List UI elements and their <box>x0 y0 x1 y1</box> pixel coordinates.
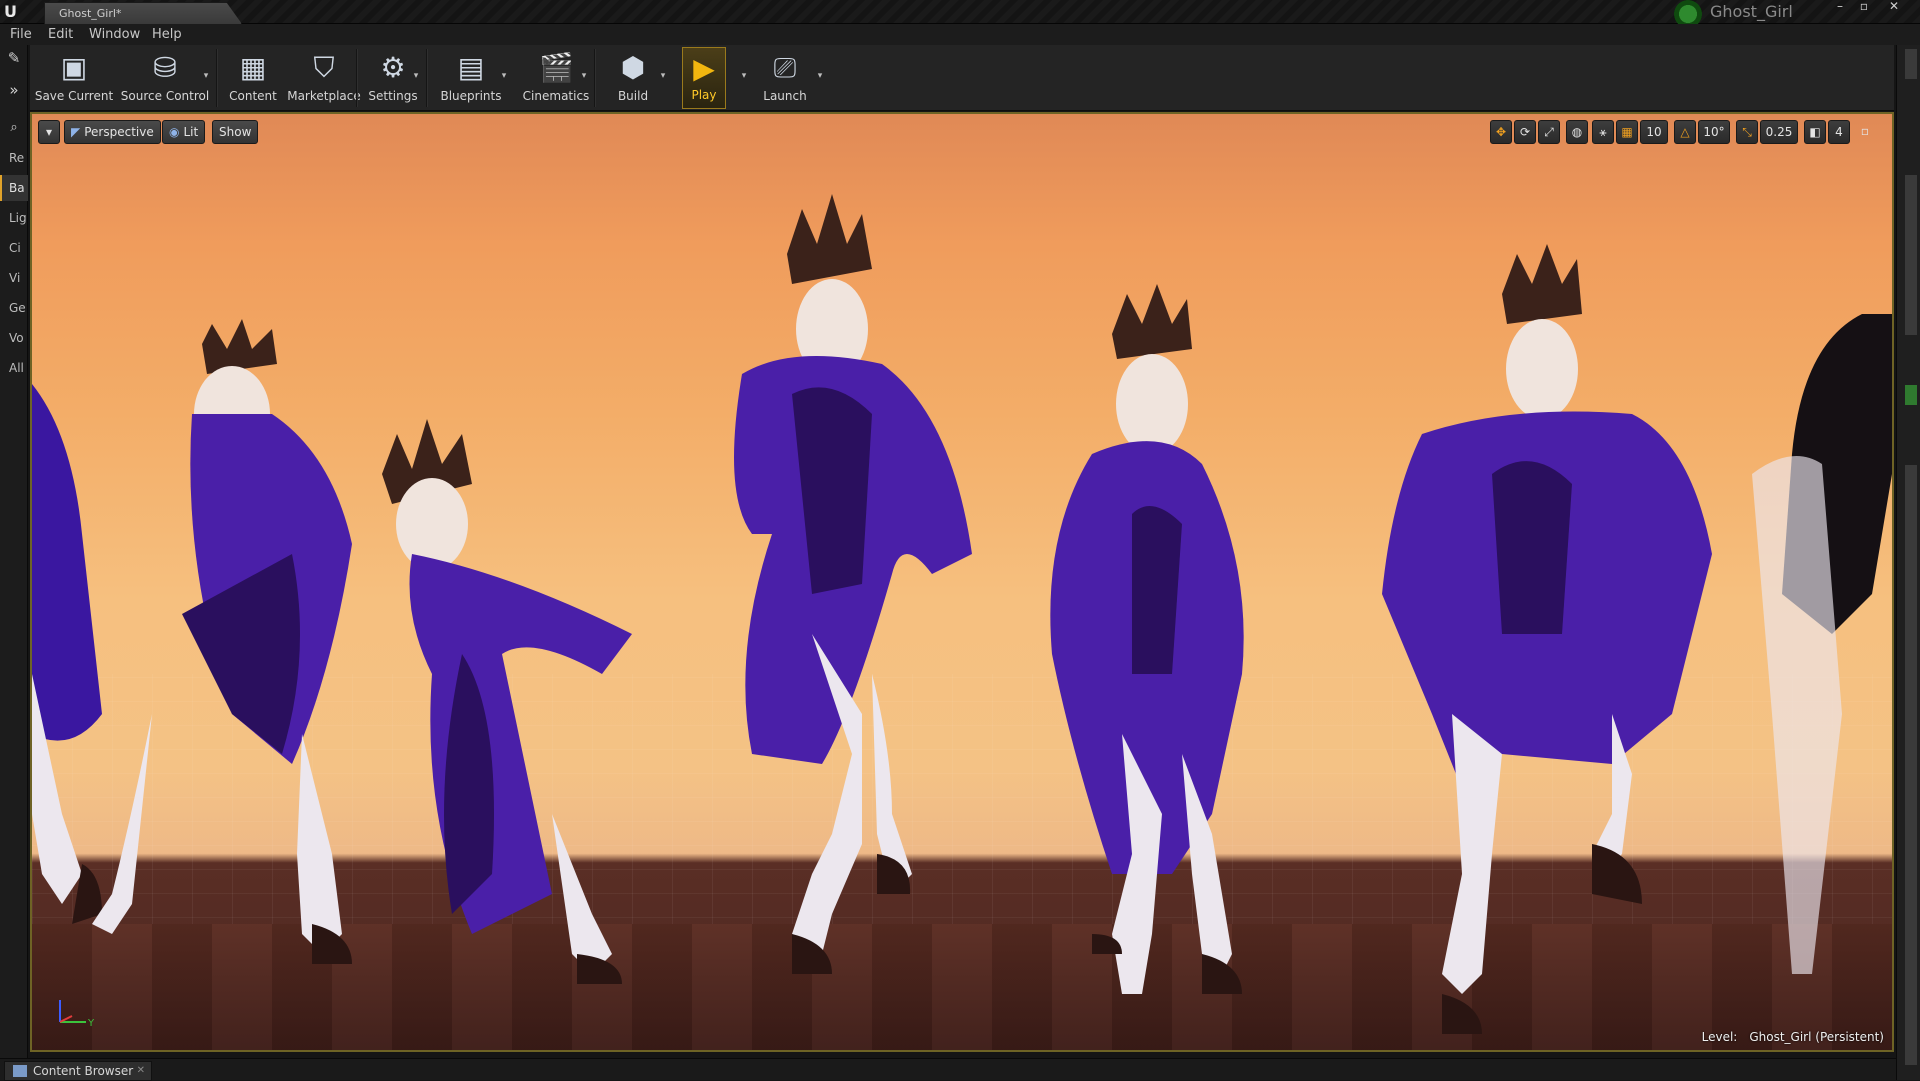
minimize-button[interactable]: – <box>1828 0 1852 14</box>
toolbar-separator <box>594 49 596 107</box>
perspective-icon: ◤ <box>71 125 81 139</box>
rail-tab-visual-effects[interactable]: Vi <box>0 265 28 291</box>
marketplace-button[interactable]: ⛉ Marketplace <box>284 47 364 109</box>
build-icon: ⬢ <box>620 51 646 84</box>
maximize-viewport-icon[interactable]: ▫ <box>1856 120 1874 144</box>
rail-tab-all-classes[interactable]: All <box>0 355 28 381</box>
axis-y-label: Y <box>87 1018 95 1029</box>
menu-bar: File Edit Window Help <box>0 24 1920 45</box>
ghost-girl-character[interactable] <box>382 419 632 984</box>
axis-gizmo: Y <box>59 1000 95 1029</box>
camera-speed-value[interactable]: 4 <box>1828 120 1850 144</box>
content-icon: ▦ <box>239 51 267 84</box>
level-viewport[interactable]: ▾ ◤ Perspective ◉ Lit Show ✥ ⟳ ⤢ ◍ ⚹ ▦ 10 … <box>30 112 1894 1052</box>
details-panel-rail <box>1896 45 1920 1080</box>
toolbar-separator <box>216 49 218 107</box>
level-document-tab[interactable]: Ghost_Girl* <box>44 2 242 24</box>
play-icon: ▶ <box>693 52 715 85</box>
settings-icon: ⚙ <box>380 51 406 84</box>
close-button[interactable]: ✕ <box>1882 0 1906 14</box>
scale-snap-icon[interactable]: ⤡ <box>1736 120 1758 144</box>
ghost-girl-character[interactable] <box>1382 244 1712 1034</box>
world-space-icon[interactable]: ◍ <box>1566 120 1588 144</box>
lit-button[interactable]: ◉ Lit <box>162 120 206 144</box>
source-control-icon: ⛁ <box>153 51 177 84</box>
cinematics-dropdown-icon[interactable]: ▾ <box>578 71 590 83</box>
maximize-button[interactable]: ▫ <box>1852 0 1876 14</box>
lit-icon: ◉ <box>169 125 180 139</box>
rail-tab-lights[interactable]: Lig <box>0 205 28 231</box>
settings-dropdown-icon[interactable]: ▾ <box>410 71 422 83</box>
menu-help[interactable]: Help <box>152 27 182 42</box>
modes-panel-rail: ✎ » ⌕ Re Ba Lig Ci Vi Ge Vo All <box>0 45 28 1060</box>
menu-file[interactable]: File <box>10 27 32 42</box>
rotation-snap-value[interactable]: 10° <box>1698 120 1730 144</box>
play-button[interactable]: ▶ Play <box>682 47 726 109</box>
play-dropdown-icon[interactable]: ▾ <box>738 71 750 83</box>
viewport-options-button[interactable]: ▾ <box>38 120 60 144</box>
rotate-mode-icon[interactable]: ⟳ <box>1514 120 1536 144</box>
close-tab-icon[interactable]: ✕ <box>137 1062 145 1080</box>
content-browser-tab[interactable]: Content Browser ✕ <box>4 1061 152 1081</box>
launch-dropdown-icon[interactable]: ▾ <box>814 71 826 83</box>
modes-icon[interactable]: ✎ <box>5 49 23 67</box>
ghost-girl-character[interactable] <box>1752 314 1892 974</box>
ghost-girl-character[interactable] <box>32 384 102 924</box>
content-browser-icon <box>13 1065 27 1077</box>
rail-tab-basic[interactable]: Ba <box>0 175 28 201</box>
rail-tab-volumes[interactable]: Vo <box>0 325 28 351</box>
ghost-girl-character[interactable] <box>92 319 352 964</box>
scale-mode-icon[interactable]: ⤢ <box>1538 120 1560 144</box>
rail-tab-recent[interactable]: Re <box>0 145 28 171</box>
scale-snap-value[interactable]: 0.25 <box>1760 120 1798 144</box>
level-label: Level: <box>1701 1030 1738 1044</box>
blueprints-icon: ▤ <box>457 51 485 84</box>
grid-snap-icon[interactable]: ▦ <box>1616 120 1638 144</box>
content-button[interactable]: ▦ Content <box>220 47 286 109</box>
build-dropdown-icon[interactable]: ▾ <box>657 71 669 83</box>
ghost-girl-character[interactable] <box>1050 284 1244 994</box>
rotation-snap-icon[interactable]: △ <box>1674 120 1696 144</box>
title-bar: U Ghost_Girl* Ghost_Girl – ▫ ✕ <box>0 0 1920 28</box>
project-badge: Ghost_Girl <box>1674 0 1793 28</box>
source-control-dropdown-icon[interactable]: ▾ <box>200 71 212 83</box>
marketplace-icon: ⛉ <box>313 51 335 84</box>
main-toolbar: ▣ Save Current ⛁ Source Control ▾ ▦ Cont… <box>30 45 1894 111</box>
save-icon: ▣ <box>60 51 88 84</box>
menu-window[interactable]: Window <box>89 27 140 42</box>
add-icon[interactable] <box>1905 385 1917 405</box>
rail-tab-cinematic[interactable]: Ci <box>0 235 28 261</box>
bottom-dock: Content Browser ✕ <box>0 1058 1896 1081</box>
toolbar-separator <box>356 49 358 107</box>
panel-grip[interactable] <box>1905 49 1917 79</box>
show-button[interactable]: Show <box>212 120 259 144</box>
outliner-scrollbar[interactable] <box>1905 175 1917 335</box>
search-icon[interactable]: ⌕ <box>5 119 23 137</box>
project-name: Ghost_Girl <box>1710 2 1793 21</box>
surface-snap-icon[interactable]: ⚹ <box>1592 120 1614 144</box>
cinematics-icon: 🎬 <box>539 51 574 84</box>
rail-tab-geometry[interactable]: Ge <box>0 295 28 321</box>
toolbar-separator <box>426 49 428 107</box>
launch-button[interactable]: ⎚ Launch <box>752 47 818 109</box>
level-indicator: Level: Ghost_Girl (Persistent) <box>1702 1030 1884 1044</box>
blueprints-dropdown-icon[interactable]: ▾ <box>498 71 510 83</box>
save-current-button[interactable]: ▣ Save Current <box>34 47 114 109</box>
menu-edit[interactable]: Edit <box>48 27 73 42</box>
translate-mode-icon[interactable]: ✥ <box>1490 120 1512 144</box>
ghost-girl-character[interactable] <box>734 194 972 974</box>
camera-speed-icon[interactable]: ◧ <box>1804 120 1826 144</box>
grid-snap-value[interactable]: 10 <box>1640 120 1668 144</box>
unreal-logo-icon: U <box>4 2 17 21</box>
level-name: Ghost_Girl (Persistent) <box>1749 1030 1884 1044</box>
scene-characters <box>32 194 1892 1034</box>
details-scrollbar[interactable] <box>1905 465 1917 1065</box>
launch-icon: ⎚ <box>773 51 797 84</box>
perspective-button[interactable]: ◤ Perspective <box>64 120 161 144</box>
expand-panel-icon[interactable]: » <box>5 81 23 99</box>
